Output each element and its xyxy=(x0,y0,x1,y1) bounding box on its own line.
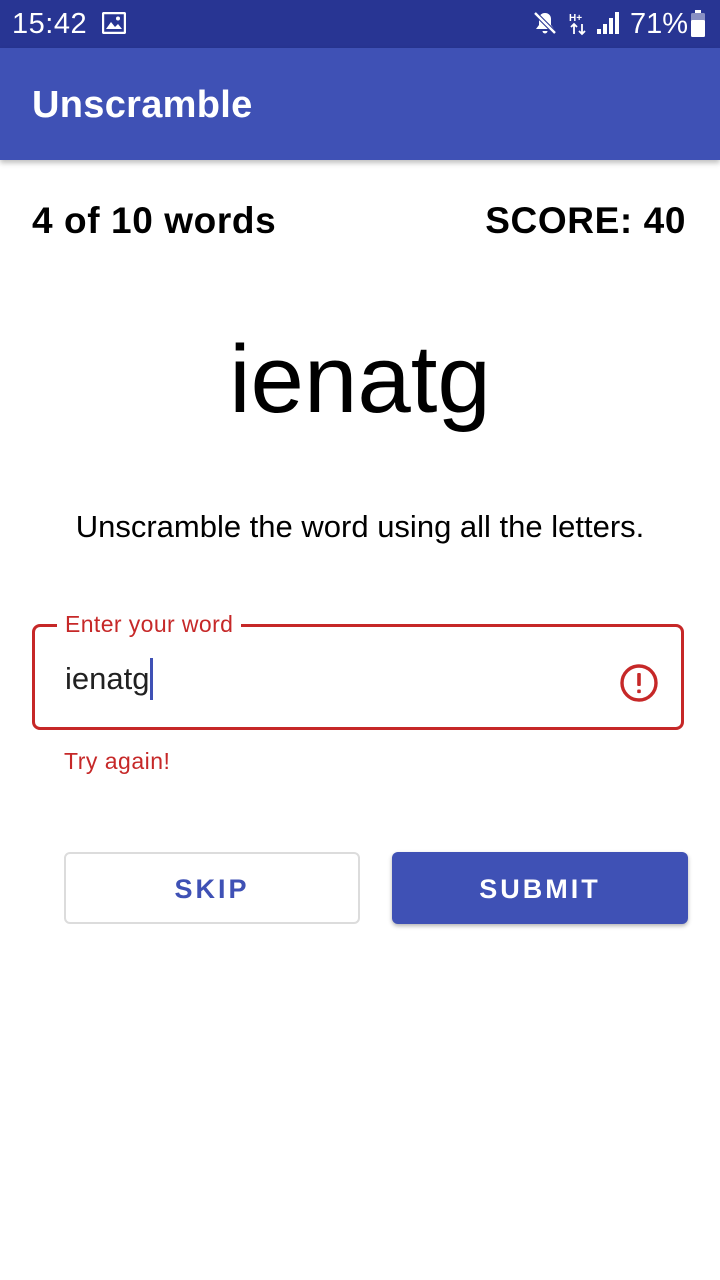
score: SCORE: 40 xyxy=(485,200,686,241)
instructions-text: Unscramble the word using all the letter… xyxy=(75,509,645,544)
error-helper-text: Try again! xyxy=(64,748,171,774)
status-time: 15:42 xyxy=(12,8,88,40)
gallery-icon xyxy=(102,12,126,34)
skip-button[interactable]: SKIP xyxy=(64,852,360,924)
network-hplus-icon: H+ xyxy=(569,13,586,36)
app-screen: 15:42 H+ 71% Unscramble 4 of 10 words SC… xyxy=(0,0,720,1280)
battery-percent: 71% xyxy=(630,8,689,40)
word-count: 4 of 10 words xyxy=(32,200,277,241)
battery-icon xyxy=(691,10,705,37)
input-label: Enter your word xyxy=(57,610,242,638)
app-title: Unscramble xyxy=(32,84,253,126)
submit-button[interactable]: SUBMIT xyxy=(392,852,688,924)
word-input-field[interactable]: Enter your word ienatg xyxy=(32,610,684,730)
mute-icon xyxy=(533,11,557,35)
word-input[interactable] xyxy=(65,659,585,699)
scrambled-word: ienatg xyxy=(229,326,491,433)
signal-icon xyxy=(597,12,619,34)
status-bar: 15:42 H+ 71% xyxy=(0,0,720,48)
app-bar: Unscramble xyxy=(0,48,720,160)
svg-text:H+: H+ xyxy=(569,13,582,24)
error-icon xyxy=(620,664,658,702)
